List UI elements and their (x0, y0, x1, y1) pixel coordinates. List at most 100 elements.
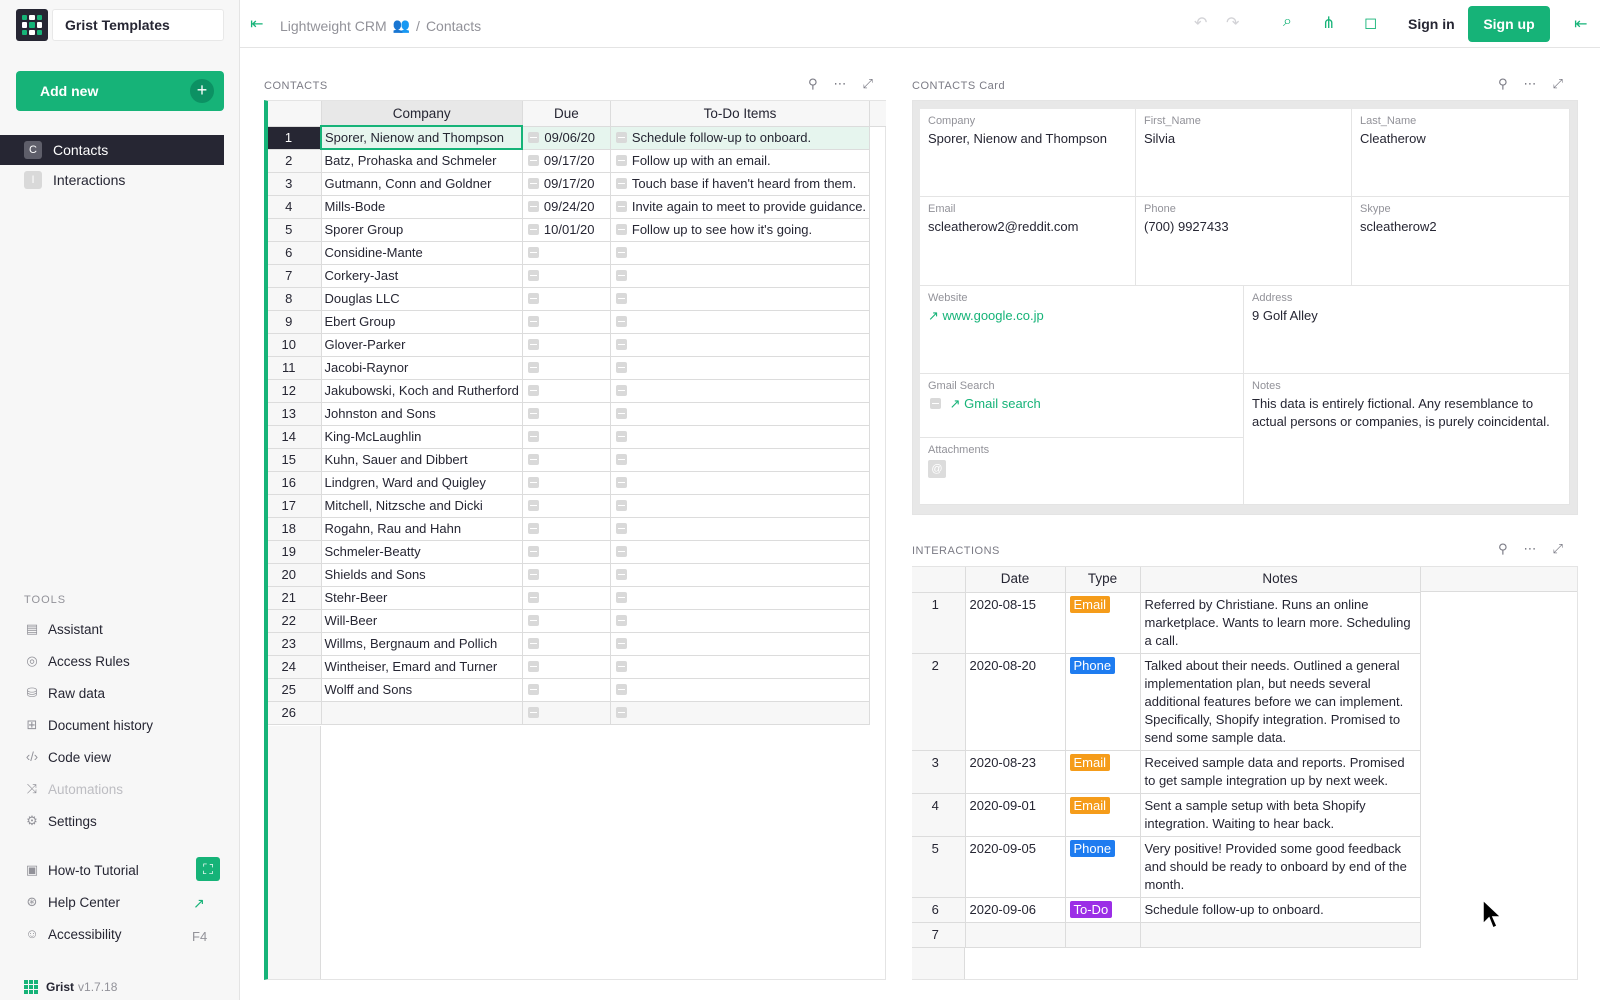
tool-access-rules[interactable]: ◎ Access Rules (24, 653, 129, 669)
cell-company[interactable]: Jacobi-Raynor (321, 356, 523, 380)
cell-type[interactable]: Email (1065, 750, 1141, 794)
cell-type[interactable]: Phone (1065, 836, 1141, 898)
row-number[interactable]: 3 (912, 750, 966, 794)
card-field-gmail-search[interactable]: Gmail Search ↗ Gmail search (920, 374, 1244, 438)
row-number[interactable]: 5 (912, 836, 966, 898)
cell-due[interactable] (522, 655, 611, 679)
row-number[interactable]: 17 (268, 494, 322, 518)
table-row[interactable]: 10 Glover-Parker (268, 333, 871, 357)
cell-due[interactable] (522, 494, 611, 518)
row-number[interactable]: 20 (268, 563, 322, 587)
row-number[interactable]: 11 (268, 356, 322, 380)
cell-todo[interactable]: Follow up with an email. (610, 149, 871, 173)
search-icon[interactable]: ⌕ (1283, 13, 1292, 31)
tool-raw-data[interactable]: ⛁ Raw data (24, 685, 106, 701)
table-row[interactable]: 25 Wolff and Sons (268, 678, 871, 702)
cell-due[interactable] (522, 471, 611, 495)
table-row[interactable]: 8 Douglas LLC (268, 287, 871, 311)
cell-due[interactable] (522, 632, 611, 656)
page-item-contacts[interactable]: C Contacts (0, 135, 224, 165)
cell-notes[interactable] (1140, 922, 1421, 948)
cell-todo[interactable] (610, 471, 871, 495)
row-number[interactable]: 6 (912, 897, 966, 923)
cell-company[interactable]: Rogahn, Rau and Hahn (321, 517, 523, 541)
cell-todo[interactable] (610, 563, 871, 587)
sort-filter-icon[interactable]: ⚲ (1498, 541, 1508, 557)
table-row[interactable]: 13 Johnston and Sons (268, 402, 871, 426)
column-header-date[interactable]: Date (965, 567, 1066, 593)
table-row[interactable]: 23 Willms, Bergnaum and Pollich (268, 632, 871, 656)
table-row[interactable]: 1 Sporer, Nienow and Thompson 09/06/20 Sche… (268, 125, 871, 150)
cell-type[interactable]: Email (1065, 793, 1141, 837)
cell-due[interactable] (522, 379, 611, 403)
attachment-icon[interactable]: @ (928, 460, 946, 478)
card-field-first-name[interactable]: First_Name Silvia (1136, 109, 1352, 197)
sign-up-button[interactable]: Sign up (1468, 6, 1550, 42)
cell-company[interactable]: Shields and Sons (321, 563, 523, 587)
cell-todo[interactable]: Schedule follow-up to onboard. (610, 126, 871, 150)
cell-notes[interactable]: Sent a sample setup with beta Shopify in… (1140, 793, 1421, 837)
cell-type[interactable]: To-Do (1065, 897, 1141, 923)
help-how-to-tutorial[interactable]: ▣ How-to Tutorial (24, 862, 139, 878)
table-row[interactable]: 20 Shields and Sons (268, 563, 871, 587)
card-field-notes[interactable]: Notes This data is entirely fictional. A… (1244, 374, 1570, 505)
row-number[interactable]: 9 (268, 310, 322, 334)
column-header-type[interactable]: Type (1065, 567, 1141, 593)
row-number[interactable]: 2 (268, 149, 322, 173)
cell-date[interactable]: 2020-09-05 (965, 836, 1066, 898)
cell-due[interactable] (522, 264, 611, 288)
cell-company[interactable]: Mills-Bode (321, 195, 523, 219)
cell-company[interactable]: Considine-Mante (321, 241, 523, 265)
cell-company[interactable]: Willms, Bergnaum and Pollich (321, 632, 523, 656)
row-number[interactable]: 16 (268, 471, 322, 495)
table-row[interactable]: 2 2020-08-20 Phone Talked about their needs… (912, 653, 1421, 751)
table-row[interactable]: 6 2020-09-06 To-Do Schedule follow-up to on… (912, 897, 1421, 923)
cell-todo[interactable] (610, 540, 871, 564)
table-row[interactable]: 3 2020-08-23 Email Received sample data and… (912, 750, 1421, 794)
row-number[interactable]: 26 (268, 701, 322, 725)
tool-assistant[interactable]: ▤ Assistant (24, 621, 103, 637)
table-row[interactable]: 19 Schmeler-Beatty (268, 540, 871, 564)
cell-todo[interactable] (610, 609, 871, 633)
row-number[interactable]: 13 (268, 402, 322, 426)
more-icon[interactable]: ⋯ (1524, 541, 1537, 557)
cell-notes[interactable]: Schedule follow-up to onboard. (1140, 897, 1421, 923)
row-number[interactable]: 1 (268, 126, 322, 150)
row-number-header[interactable] (268, 101, 322, 127)
column-header-due[interactable]: Due (522, 101, 611, 127)
cell-todo[interactable] (610, 310, 871, 334)
table-row[interactable]: 12 Jakubowski, Koch and Rutherford (268, 379, 871, 403)
collapse-left-panel-icon[interactable]: ⇤ (250, 14, 263, 34)
cell-due[interactable]: 10/01/20 (522, 218, 611, 242)
row-number-header[interactable] (912, 567, 966, 593)
table-row[interactable]: 11 Jacobi-Raynor (268, 356, 871, 380)
table-row[interactable]: 4 2020-09-01 Email Sent a sample setup with… (912, 793, 1421, 837)
column-header-todo[interactable]: To-Do Items (610, 101, 871, 127)
expand-icon[interactable]: ⤢ (1553, 76, 1563, 92)
cell-company[interactable]: Sporer Group (321, 218, 523, 242)
cell-notes[interactable]: Received sample data and reports. Promis… (1140, 750, 1421, 794)
cell-todo[interactable] (610, 494, 871, 518)
cell-todo[interactable] (610, 264, 871, 288)
row-number[interactable]: 22 (268, 609, 322, 633)
table-row[interactable]: 26 (268, 701, 871, 725)
table-row[interactable]: 7 (912, 922, 1421, 948)
row-number[interactable]: 10 (268, 333, 322, 357)
cell-due[interactable] (522, 402, 611, 426)
row-number[interactable]: 3 (268, 172, 322, 196)
table-row[interactable]: 5 2020-09-05 Phone Very positive! Provided … (912, 836, 1421, 898)
cell-company[interactable]: Wolff and Sons (321, 678, 523, 702)
cell-todo[interactable]: Follow up to see how it's going. (610, 218, 871, 242)
cell-notes[interactable]: Referred by Christiane. Runs an online m… (1140, 592, 1421, 654)
cell-todo[interactable] (610, 287, 871, 311)
row-number[interactable]: 6 (268, 241, 322, 265)
table-row[interactable]: 17 Mitchell, Nitzsche and Dicki (268, 494, 871, 518)
cell-company[interactable]: Ebert Group (321, 310, 523, 334)
cell-due[interactable]: 09/24/20 (522, 195, 611, 219)
card-field-attachments[interactable]: Attachments @ (920, 438, 1244, 505)
row-number[interactable]: 8 (268, 287, 322, 311)
cell-type[interactable]: Email (1065, 592, 1141, 654)
cell-todo[interactable] (610, 402, 871, 426)
gmail-search-link[interactable]: Gmail search (964, 396, 1041, 411)
undo-icon[interactable]: ↶ (1194, 13, 1207, 33)
